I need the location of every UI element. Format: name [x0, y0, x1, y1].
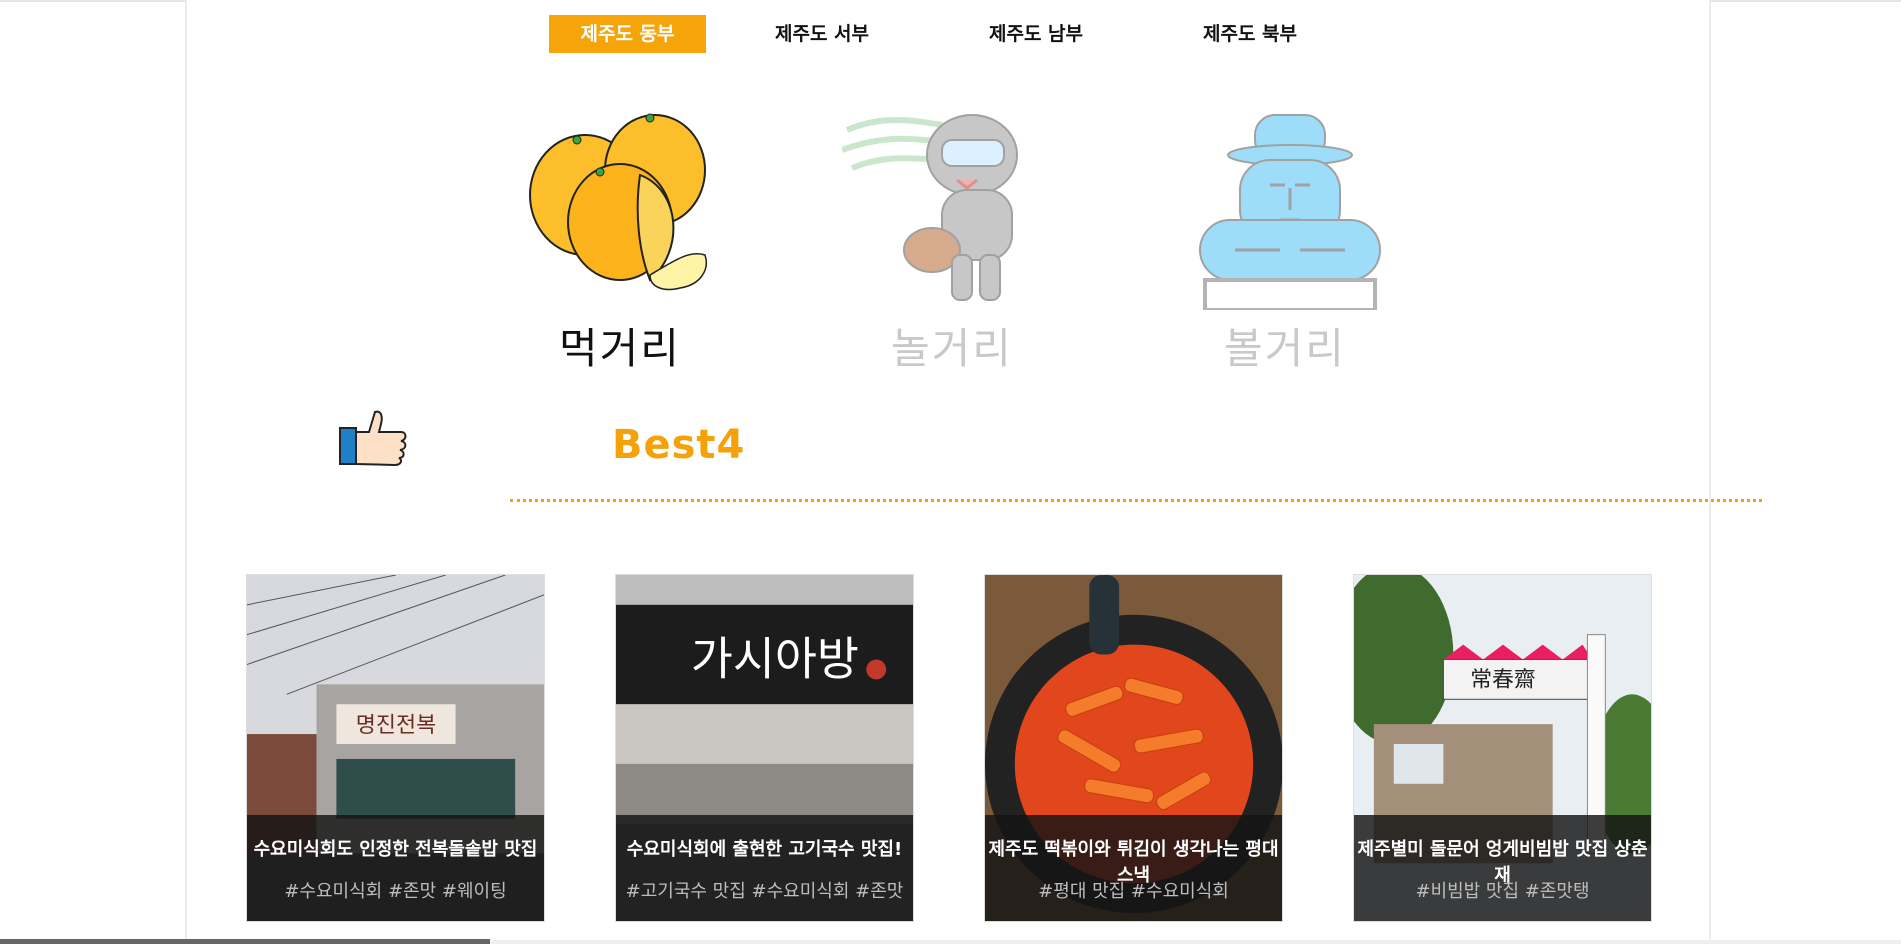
card-title: 수요미식회도 인정한 전복돌솥밥 맛집 — [253, 839, 538, 860]
best-card-3[interactable]: 제주도 떡볶이와 튀김이 생각나는 평대스낵 #평대 맛집 #수요미식회 — [984, 574, 1283, 922]
best-card-2[interactable]: 가시아방 수요미식회에 출현한 고기국수 맛집! #고기국수 맛집 #수요미식회… — [615, 574, 914, 922]
card-tags: #수요미식회 #존맛 #웨이팅 — [284, 881, 507, 902]
card-title: 수요미식회에 출현한 고기국수 맛집! — [626, 839, 903, 860]
main-container: 제주도 동부 제주도 서부 제주도 남부 제주도 북부 먹거리 놀거리 볼거리 … — [185, 0, 1762, 944]
region-tabs: 제주도 동부 제주도 서부 제주도 남부 제주도 북부 — [187, 15, 1709, 53]
tangerine-icon — [529, 113, 707, 291]
shop-sign-4: 常春齋 — [1470, 667, 1536, 692]
best-card-4[interactable]: 常春齋 제주별미 돌문어 엉게비빔밥 맛집 상춘재 #비빔밥 맛집 #존맛탱 — [1353, 574, 1652, 922]
card-tags: #고기국수 맛집 #수요미식회 #존맛 — [625, 881, 904, 902]
dolhareubang-icon — [1199, 114, 1381, 310]
category-label-food: 먹거리 — [559, 324, 681, 373]
tab-west[interactable]: 제주도 서부 — [757, 15, 887, 53]
tab-east[interactable]: 제주도 동부 — [549, 15, 706, 53]
best-card-1[interactable]: 명진전복 수요미식회도 인정한 전복돌솥밥 맛집 #수요미식회 #존맛 #웨이팅 — [246, 574, 545, 922]
category-sights[interactable]: 볼거리 — [1175, 110, 1395, 373]
best-title: Best4 — [612, 422, 746, 468]
thumbs-up-icon — [339, 410, 407, 467]
bottom-bar — [0, 939, 490, 944]
section-divider — [510, 499, 1762, 502]
card-tags: #비빔밥 맛집 #존맛탱 — [1415, 881, 1590, 902]
card-tags: #평대 맛집 #수요미식회 — [1038, 881, 1229, 902]
category-label-play: 놀거리 — [891, 324, 1013, 373]
card-overlay: 수요미식회도 인정한 전복돌솥밥 맛집 #수요미식회 #존맛 #웨이팅 — [247, 815, 544, 921]
category-food[interactable]: 먹거리 — [510, 110, 730, 373]
category-play[interactable]: 놀거리 — [842, 110, 1062, 373]
card-overlay: 수요미식회에 출현한 고기국수 맛집! #고기국수 맛집 #수요미식회 #존맛 — [616, 815, 913, 921]
category-label-sights: 볼거리 — [1224, 324, 1346, 373]
card-overlay: 제주별미 돌문어 엉게비빔밥 맛집 상춘재 #비빔밥 맛집 #존맛탱 — [1354, 815, 1651, 921]
diver-icon — [842, 114, 1018, 301]
tab-north[interactable]: 제주도 북부 — [1185, 15, 1315, 53]
card-overlay: 제주도 떡볶이와 튀김이 생각나는 평대스낵 #평대 맛집 #수요미식회 — [985, 815, 1282, 921]
shop-sign-1: 명진전복 — [356, 713, 436, 738]
tab-south[interactable]: 제주도 남부 — [971, 15, 1101, 53]
shop-sign-2: 가시아방 — [691, 632, 859, 685]
